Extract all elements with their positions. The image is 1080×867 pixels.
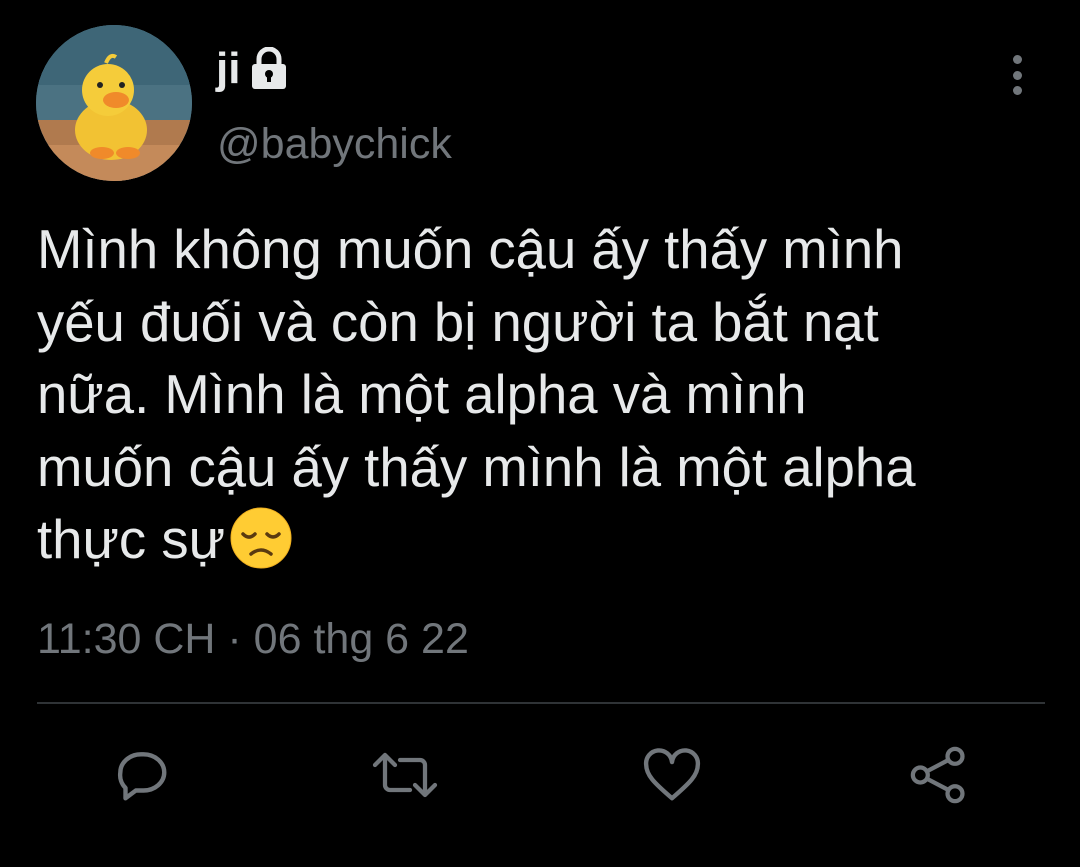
reply-icon <box>117 752 167 801</box>
share-icon <box>910 746 965 804</box>
tweet-line: muốn cậu ấy thấy mình là một alpha <box>37 436 916 498</box>
tweet-line: Mình không muốn cậu ấy thấy mình <box>37 219 904 280</box>
display-name-text: ji <box>216 44 241 93</box>
duckling-avatar-image <box>36 25 192 181</box>
divider <box>37 702 1045 704</box>
display-name[interactable]: ji <box>216 38 288 100</box>
share-button[interactable] <box>904 740 974 810</box>
tweet-line: nữa. Mình là một alpha và mình <box>37 364 807 425</box>
retweet-button[interactable] <box>370 740 440 810</box>
avatar[interactable] <box>36 25 192 181</box>
lock-icon <box>250 46 288 91</box>
tweet-line: thực sự <box>37 509 226 570</box>
user-handle[interactable]: @babychick <box>217 120 452 169</box>
tweet-text: Mình không muốn cậu ấy thấy mình yếu đuố… <box>37 214 1047 577</box>
disappointed-face-emoji-icon <box>229 506 293 570</box>
more-options-icon[interactable] <box>1000 55 1034 95</box>
tweet-line: yếu đuối và còn bị người ta bắt nạt <box>37 291 879 353</box>
tweet-timestamp[interactable]: 11:30 CH · 06 thg 6 22 <box>37 615 469 664</box>
like-button[interactable] <box>637 740 707 810</box>
reply-button[interactable] <box>106 740 176 810</box>
heart-icon <box>643 748 701 801</box>
retweet-icon <box>372 752 438 798</box>
